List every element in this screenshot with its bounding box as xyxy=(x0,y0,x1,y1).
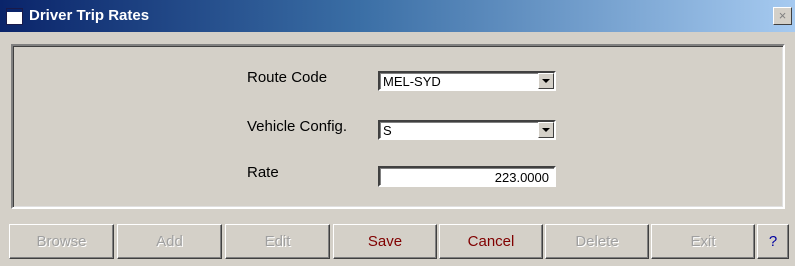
help-button[interactable]: ? xyxy=(757,224,789,259)
close-icon[interactable]: × xyxy=(773,7,792,25)
vehicle-config-label: Vehicle Config. xyxy=(247,118,348,135)
chevron-down-icon[interactable] xyxy=(538,73,554,89)
chevron-down-icon[interactable] xyxy=(538,122,554,138)
title-bar[interactable]: Driver Trip Rates × xyxy=(0,0,795,32)
cancel-button[interactable]: Cancel xyxy=(439,224,543,259)
exit-button[interactable]: Exit xyxy=(651,224,755,259)
button-bar: Browse Add Edit Save Cancel Delete Exit … xyxy=(9,224,789,259)
window-icon xyxy=(6,8,23,25)
save-button[interactable]: Save xyxy=(333,224,437,259)
form-panel: Route Code MEL-SYD Vehicle Config. S Rat… xyxy=(11,44,785,209)
rate-input[interactable]: 223.0000 xyxy=(378,166,556,187)
route-code-value: MEL-SYD xyxy=(383,74,441,89)
rate-value: 223.0000 xyxy=(494,170,549,185)
edit-button[interactable]: Edit xyxy=(225,224,330,259)
vehicle-config-value: S xyxy=(383,123,392,138)
delete-button[interactable]: Delete xyxy=(545,224,649,259)
route-code-label: Route Code xyxy=(247,69,328,86)
add-button[interactable]: Add xyxy=(117,224,222,259)
vehicle-config-dropdown[interactable]: S xyxy=(378,120,556,140)
window-title: Driver Trip Rates xyxy=(29,7,150,24)
driver-trip-rates-window: Driver Trip Rates × Route Code MEL-SYD V… xyxy=(0,0,795,266)
rate-label: Rate xyxy=(247,164,279,181)
route-code-dropdown[interactable]: MEL-SYD xyxy=(378,71,556,91)
browse-button[interactable]: Browse xyxy=(9,224,114,259)
